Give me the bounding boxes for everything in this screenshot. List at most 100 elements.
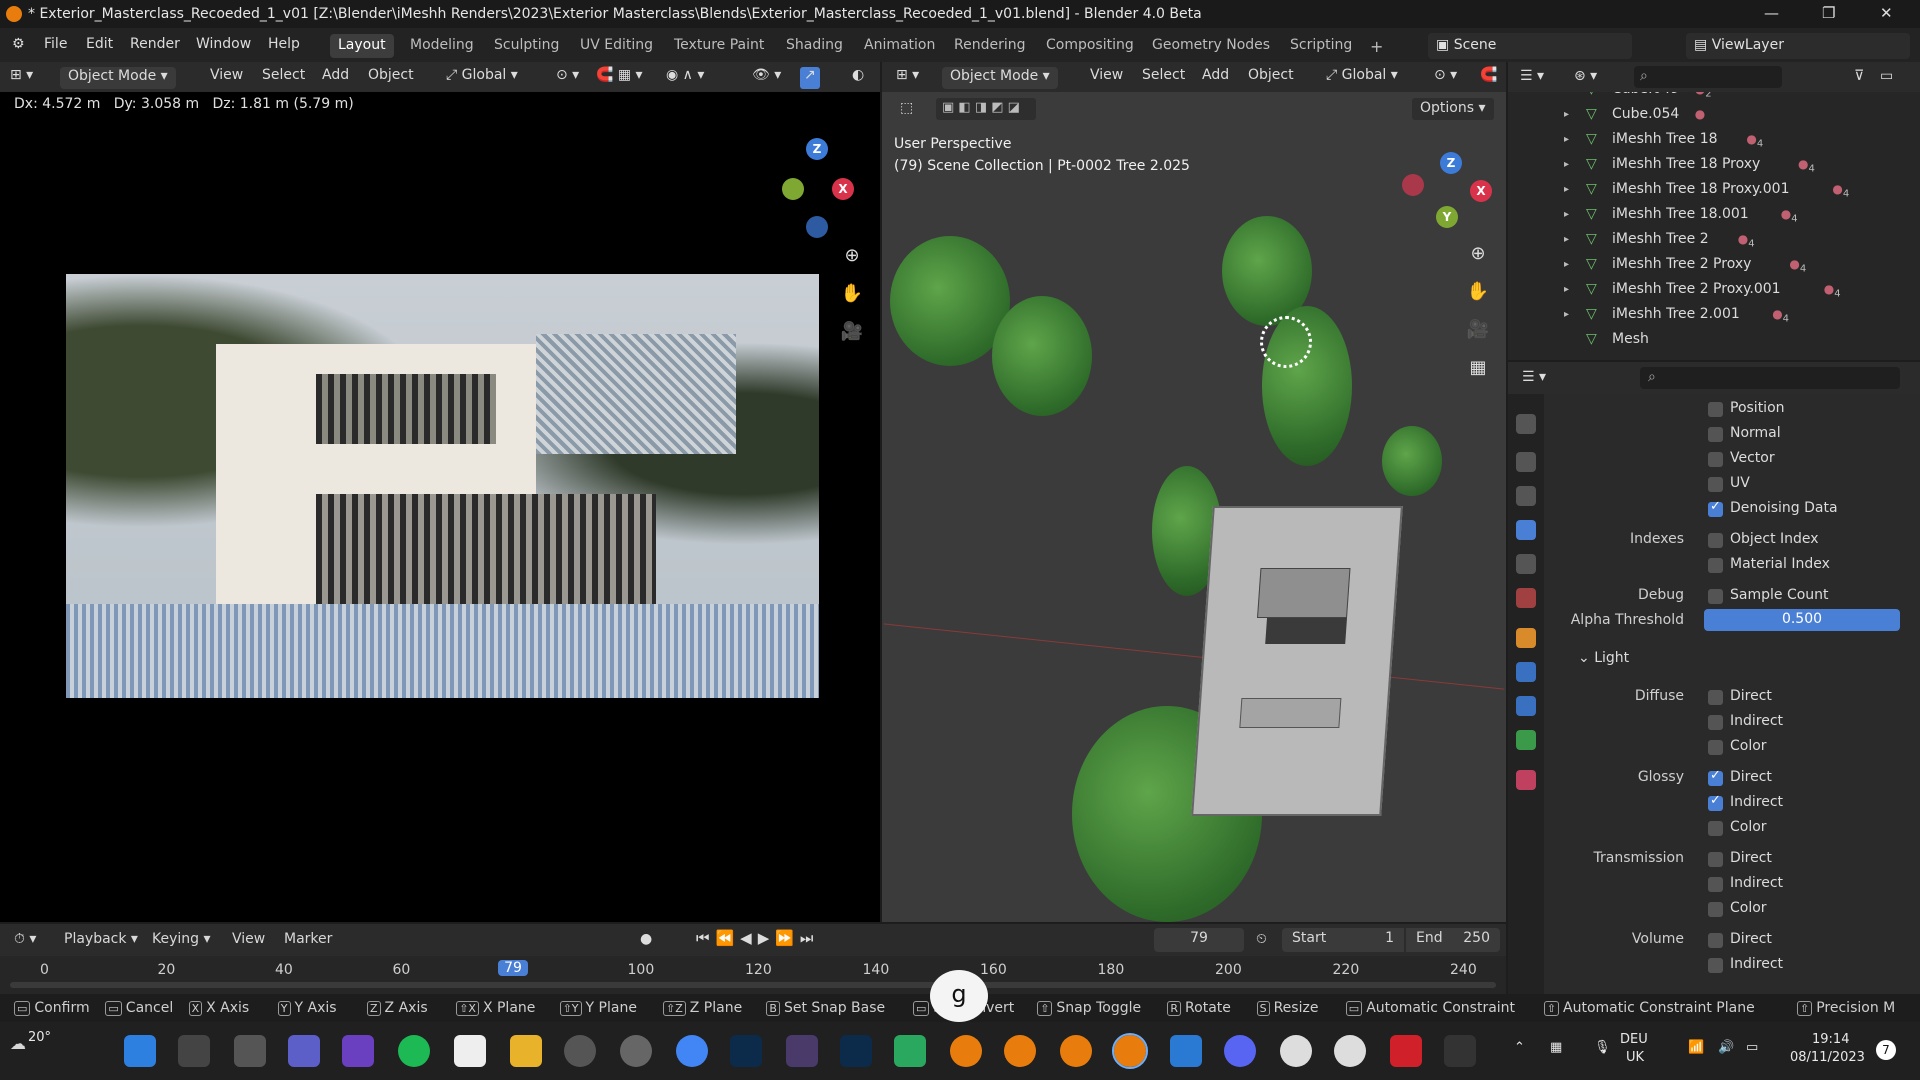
outliner-item[interactable]: Cube.049 (1612, 92, 1679, 97)
properties-search-input[interactable]: ⌕ (1640, 367, 1900, 389)
modifier-icon[interactable]: ●4 (1781, 207, 1798, 224)
properties-editor-icon[interactable]: ☰ ▾ (1522, 369, 1546, 385)
app-icon[interactable] (620, 1035, 652, 1067)
render-preview-viewport[interactable]: Z X ⊕ ✋ 🎥 (0, 118, 880, 922)
checkbox[interactable] (1708, 452, 1723, 467)
tab-rendering[interactable]: Rendering (946, 34, 1034, 58)
blender-active-icon[interactable] (1112, 1033, 1148, 1069)
modifier-icon[interactable]: ●4 (1789, 257, 1806, 274)
checkbox-label[interactable]: Direct (1730, 769, 1772, 785)
checkbox[interactable] (1708, 902, 1723, 917)
object-mode-dropdown[interactable]: Object Mode ▾ (60, 67, 176, 89)
checkbox[interactable] (1708, 558, 1723, 573)
tool-tab-icon[interactable] (1516, 414, 1536, 434)
checkbox-label[interactable]: Denoising Data (1730, 500, 1838, 516)
object-mode-dropdown-right[interactable]: Object Mode ▾ (942, 67, 1058, 89)
alpha-threshold-slider[interactable]: 0.500 (1704, 609, 1900, 631)
new-collection-icon[interactable]: ▭ (1880, 68, 1893, 84)
gizmo-axis-z[interactable]: Z (806, 138, 828, 160)
outliner-item[interactable]: iMeshh Tree 2 Proxy.001 (1612, 281, 1781, 297)
tab-shading[interactable]: Shading (778, 34, 851, 58)
gizmo-axis-y-right[interactable]: Y (1436, 206, 1458, 228)
input-language[interactable]: DEU (1620, 1032, 1648, 1047)
wifi-icon[interactable]: 📶 (1688, 1040, 1704, 1055)
gizmo-axis-z-right[interactable]: Z (1440, 152, 1462, 174)
checkbox[interactable] (1708, 533, 1723, 548)
checkbox[interactable] (1708, 402, 1723, 417)
selection-mode-buttons[interactable]: ▣ ◧ ◨ ◩ ◪ (936, 98, 1036, 120)
editor-type-icon-right[interactable]: ⊞ ▾ (896, 67, 919, 89)
microphone-icon[interactable]: 🎙 (1594, 1040, 1611, 1055)
expand-toggle[interactable]: ▸ (1564, 134, 1569, 145)
app-icon[interactable] (786, 1035, 818, 1067)
outliner-item[interactable]: iMeshh Tree 2 (1612, 231, 1709, 247)
checkbox-label[interactable]: Direct (1730, 688, 1772, 704)
menu-help[interactable]: Help (268, 36, 300, 52)
chatgpt-icon[interactable] (1280, 1035, 1312, 1067)
checkbox[interactable] (1708, 877, 1723, 892)
gizmo-toggle-icon[interactable]: ↗ (800, 67, 820, 89)
outliner-item[interactable]: iMeshh Tree 18 Proxy.001 (1612, 181, 1789, 197)
checkbox-label[interactable]: Material Index (1730, 556, 1830, 572)
outliner-item[interactable]: iMeshh Tree 18 (1612, 131, 1718, 147)
pan-hand-icon-right[interactable]: ✋ (1466, 280, 1490, 304)
menu-window[interactable]: Window (196, 36, 251, 52)
timeline-scrollbar[interactable] (10, 982, 1496, 988)
zoom-icon-right[interactable]: ⊕ (1466, 242, 1490, 266)
checkbox-label[interactable]: Direct (1730, 850, 1772, 866)
checkbox-label[interactable]: Sample Count (1730, 587, 1829, 603)
orientation-dropdown-right[interactable]: ⤢ Global ▾ (1326, 67, 1398, 89)
filter-icon[interactable]: ⊽ (1854, 68, 1864, 84)
expand-toggle[interactable]: ▸ (1564, 234, 1569, 245)
pan-hand-icon[interactable]: ✋ (840, 282, 864, 306)
tab-scripting[interactable]: Scripting (1282, 34, 1360, 58)
expand-toggle[interactable]: ▸ (1564, 284, 1569, 295)
task-view-icon[interactable] (234, 1035, 266, 1067)
blender-icon[interactable] (950, 1035, 982, 1067)
checkbox[interactable] (1708, 852, 1723, 867)
app-icon[interactable] (1334, 1035, 1366, 1067)
outliner-item[interactable]: iMeshh Tree 2 Proxy (1612, 256, 1751, 272)
modifier-icon[interactable]: ●4 (1772, 307, 1789, 324)
checkbox[interactable] (1708, 589, 1723, 604)
light-panel-header[interactable]: ⌄ Light (1578, 650, 1629, 666)
chrome-icon[interactable] (676, 1035, 708, 1067)
checkbox-label[interactable]: Color (1730, 900, 1767, 916)
physics-tab-icon[interactable] (1516, 696, 1536, 716)
checkbox[interactable] (1708, 768, 1723, 786)
clock-time[interactable]: 19:14 (1812, 1032, 1849, 1047)
input-region[interactable]: UK (1626, 1050, 1644, 1065)
chevron-up-icon[interactable]: ⌃ (1514, 1040, 1525, 1055)
expand-toggle[interactable]: ▸ (1564, 259, 1569, 270)
modifier-icon[interactable]: ●4 (1824, 282, 1841, 299)
constraints-tab-icon[interactable] (1516, 730, 1536, 750)
checkbox-label[interactable]: Color (1730, 738, 1767, 754)
checkbox-label[interactable]: Position (1730, 400, 1785, 416)
blender-icon[interactable] (1004, 1035, 1036, 1067)
tab-sculpting[interactable]: Sculpting (486, 34, 567, 58)
battery-icon[interactable]: ▭ (1746, 1040, 1758, 1055)
selected-tree-outline[interactable] (1260, 316, 1312, 368)
tab-compositing[interactable]: Compositing (1038, 34, 1142, 58)
modifier-icon[interactable]: ● (1695, 107, 1705, 124)
pivot-icon[interactable]: ⊙ ▾ (556, 67, 579, 89)
checkbox-label[interactable]: Indirect (1730, 875, 1783, 891)
teams-icon[interactable] (288, 1035, 320, 1067)
checkbox-label[interactable]: Indirect (1730, 794, 1783, 810)
menu-file[interactable]: File (44, 36, 67, 52)
checkbox-label[interactable]: Indirect (1730, 956, 1783, 972)
tree-object[interactable] (992, 296, 1092, 416)
gizmo-axis-x[interactable]: X (832, 178, 854, 200)
render-tab-icon[interactable] (1516, 452, 1536, 472)
orientation-dropdown-left[interactable]: ⤢ Global ▾ (446, 67, 518, 89)
tab-modeling[interactable]: Modeling (402, 34, 482, 58)
tab-layout[interactable]: Layout (330, 34, 394, 58)
menu-edit[interactable]: Edit (86, 36, 113, 52)
spotify-icon[interactable] (398, 1035, 430, 1067)
app-icon[interactable] (342, 1035, 374, 1067)
modifier-icon[interactable]: ●4 (1798, 157, 1815, 174)
expand-toggle[interactable]: ▸ (1564, 92, 1569, 95)
file-explorer-icon[interactable] (510, 1035, 542, 1067)
snap-icon[interactable]: 🧲 ▦ ▾ (596, 67, 643, 89)
gizmo-axis-y[interactable] (782, 178, 804, 200)
